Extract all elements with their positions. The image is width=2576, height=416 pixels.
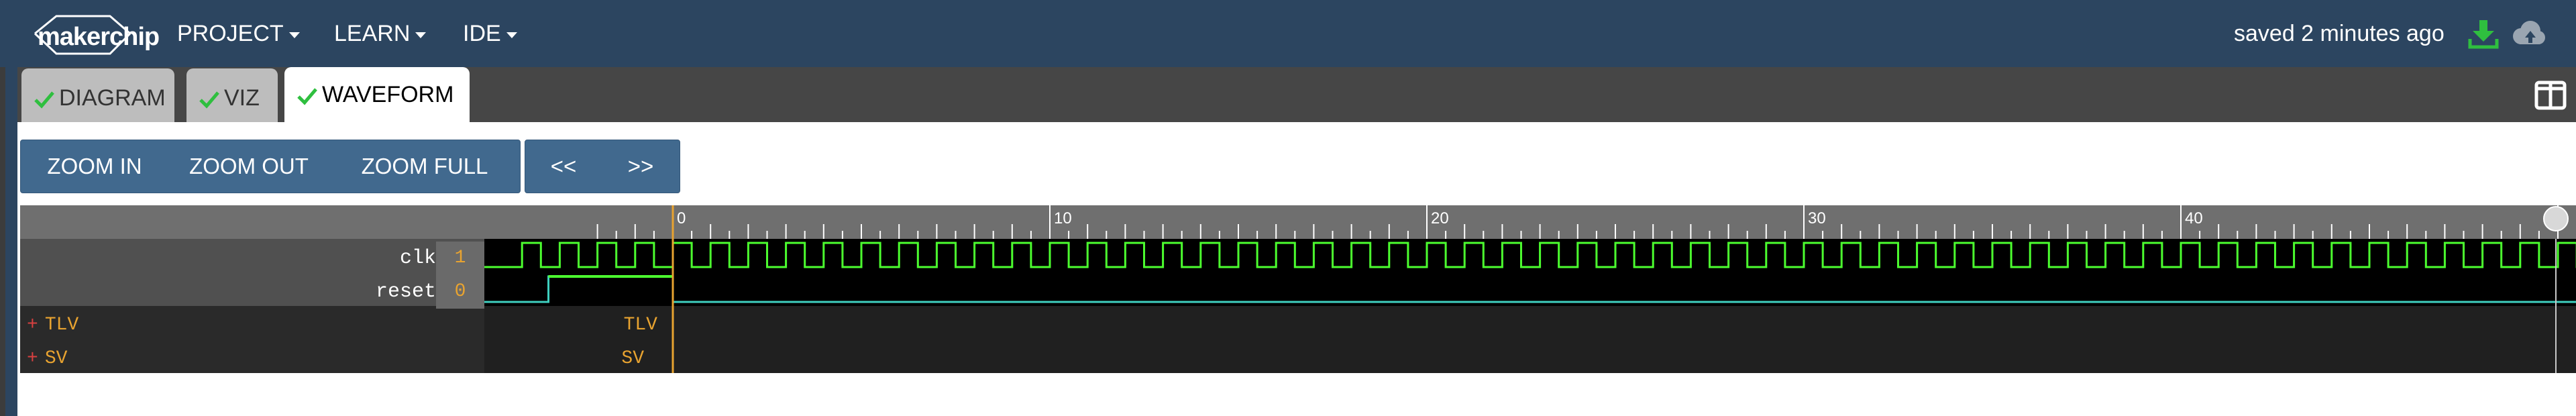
ruler-label: 10: [1054, 209, 1072, 227]
clk-wave: [484, 242, 2576, 268]
waveform-drawing: 0 10 20 30 40: [484, 205, 2576, 373]
scrubber-handle: [2543, 206, 2569, 231]
ruler-label: 40: [2185, 209, 2203, 227]
ruler-label: 0: [677, 209, 686, 227]
reset-wave: [484, 275, 2576, 303]
ruler-label: 30: [1808, 209, 1826, 227]
ruler-label: 20: [1431, 209, 1449, 227]
